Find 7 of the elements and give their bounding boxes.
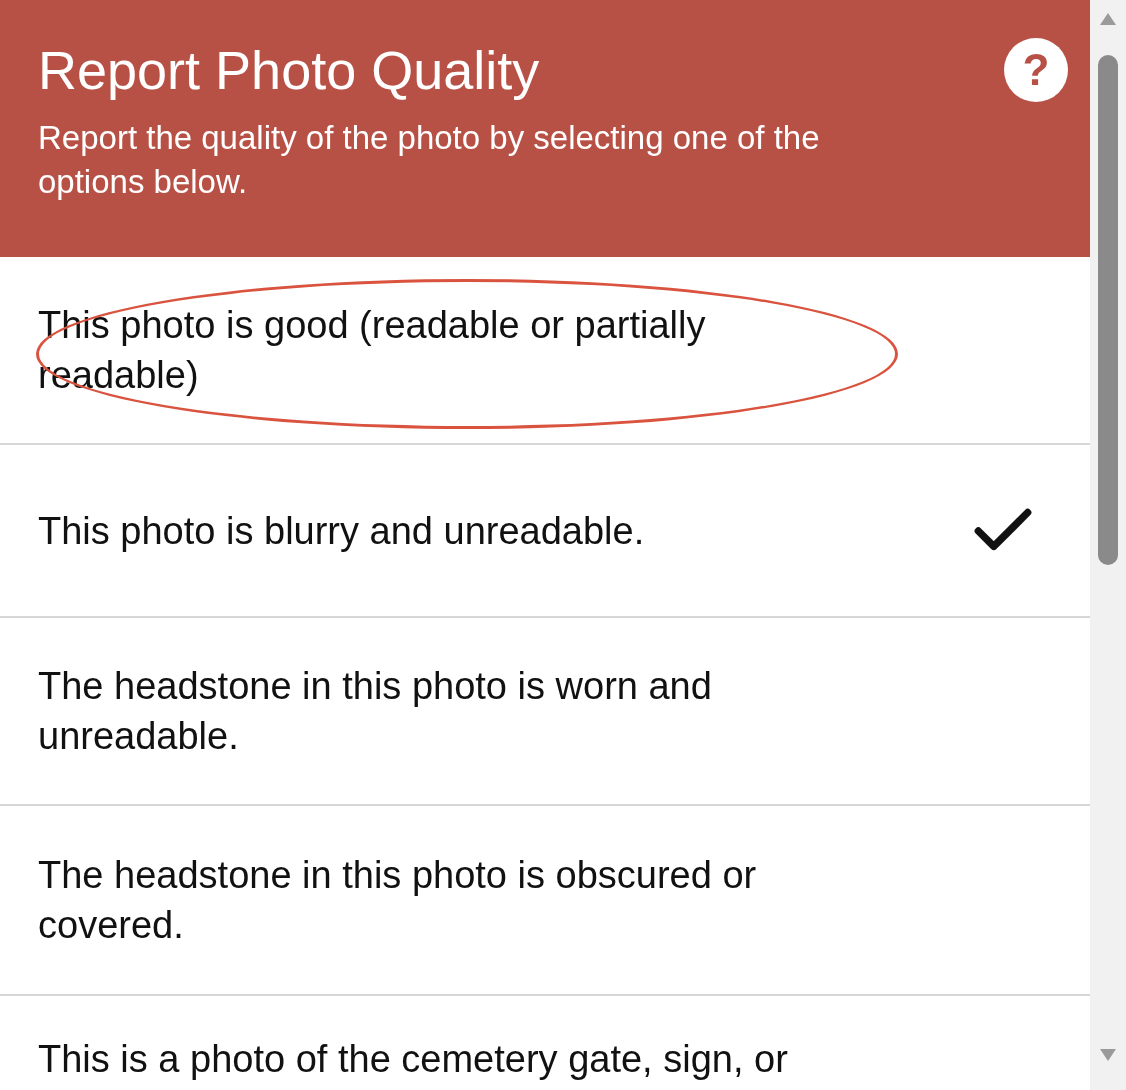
option-label: The headstone in this photo is worn and unreadable. bbox=[38, 664, 713, 759]
dialog-title: Report Photo Quality bbox=[38, 39, 540, 102]
option-label: This photo is blurry and unreadable. bbox=[38, 508, 645, 554]
option-label: The headstone in this photo is obscured or covered. bbox=[38, 853, 758, 948]
dialog-subtitle: Report the quality of the photo by selecting one of the options below. bbox=[38, 118, 821, 202]
option-label: This is a photo of the cemetery gate, sign, or bbox=[38, 1037, 788, 1082]
help-button[interactable]: ? bbox=[1004, 38, 1068, 102]
